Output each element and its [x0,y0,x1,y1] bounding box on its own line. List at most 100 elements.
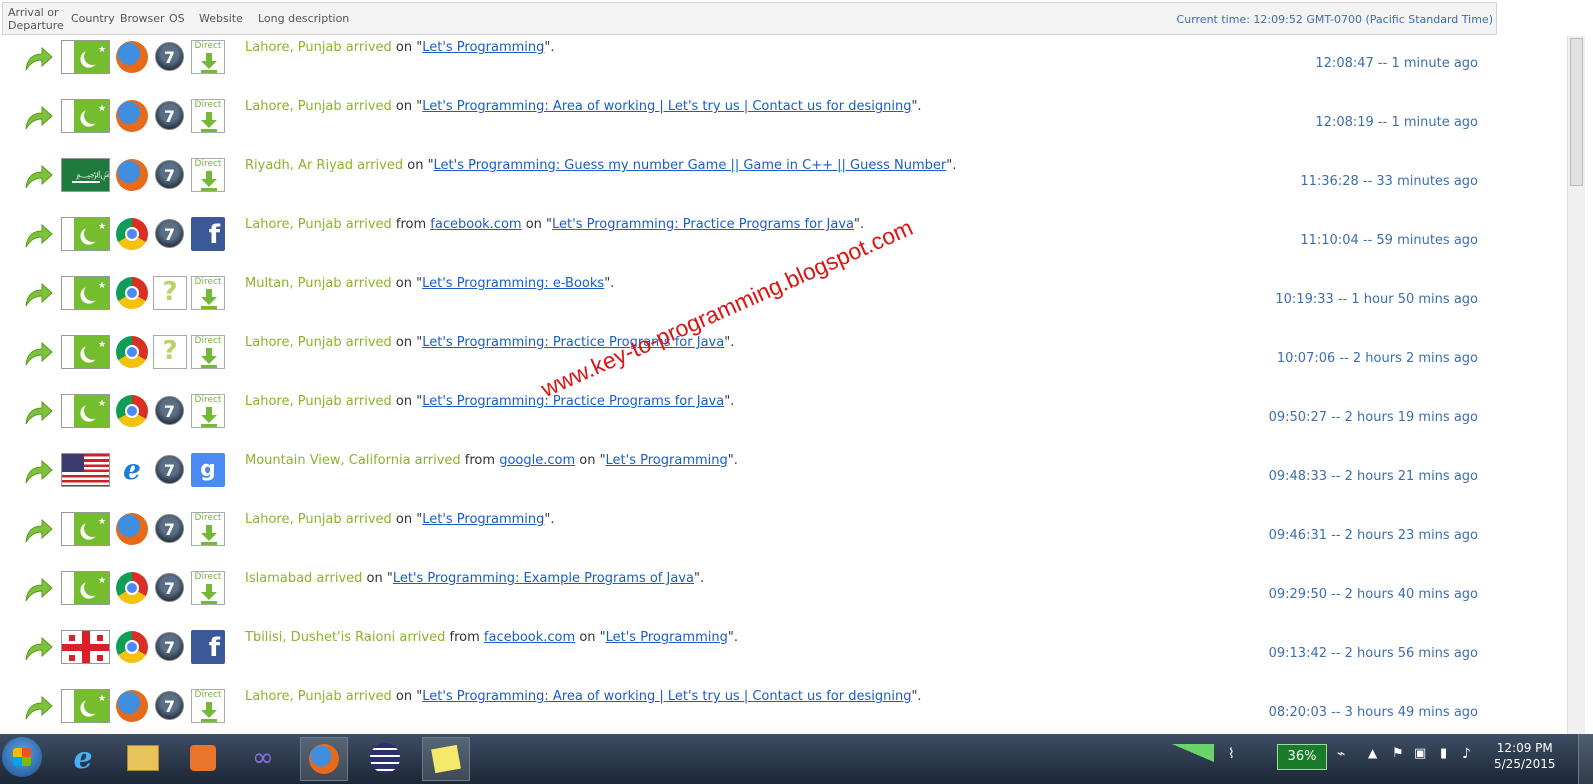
show-desktop-button[interactable] [1578,734,1593,784]
direct-icon[interactable]: Direct [191,99,225,133]
wifi-icon[interactable]: ⌇ [1228,746,1235,762]
visual-studio-icon[interactable]: ∞ [240,737,286,779]
table-row: ★ 7 Direct Lahore, Punjab arrived on "Let's… [0,508,1552,567]
pakistan-flag: ★ [61,335,110,369]
arrival-arrow-icon [22,162,54,194]
visitor-location: Lahore, Punjab arrived [245,40,392,55]
small-cross-icon [97,635,103,641]
col-country[interactable]: Country [71,3,115,34]
power-plug-icon[interactable]: ⌁ [1337,746,1345,762]
table-row: ★ 7 f Lahore, Punjab arrived from facebook.… [0,213,1552,272]
battery-indicator[interactable]: 36% [1277,744,1327,770]
long-description: Lahore, Punjab arrived from facebook.com… [245,217,864,232]
media-player-icon[interactable] [180,737,226,779]
action-center-flag-icon[interactable]: ⚑ [1392,746,1404,761]
cross-icon [62,644,109,651]
internet-explorer-icon[interactable]: e [60,737,106,779]
page-link[interactable]: Let's Programming [606,630,728,645]
page-link[interactable]: Let's Programming [422,512,544,527]
end-quote: ". [727,453,738,468]
end-quote: ". [693,571,705,586]
signal-bars-icon[interactable]: ▮ [1440,746,1447,761]
star-icon: ★ [98,517,107,527]
network-icon[interactable]: ▣ [1414,746,1426,761]
page-link[interactable]: Let's Programming [422,40,544,55]
download-arrow-icon [200,407,218,431]
windows7-icon: 7 [155,573,184,602]
pakistan-flag: ★ [61,99,110,133]
direct-icon[interactable]: Direct [191,40,225,74]
page-link[interactable]: Let's Programming: Guess my number Game … [434,158,947,173]
direct-icon[interactable]: Direct [191,276,225,310]
show-hidden-icons-icon[interactable]: ▲ [1368,746,1377,760]
table-row: ﷽ 7 Direct Riyadh, Ar Riyad arrived on "Let… [0,154,1552,213]
table-row: ★ 7 Direct Lahore, Punjab arrived on "Let's… [0,36,1552,95]
saudi-arabia-flag: ﷽ [61,158,110,192]
end-quote: ". [604,276,615,291]
facebook-icon[interactable]: f [191,217,225,251]
direct-label: Direct [194,41,222,51]
start-button[interactable] [2,737,42,777]
arrival-arrow-icon [22,280,54,312]
referrer-link[interactable]: facebook.com [484,630,575,645]
referrer-link[interactable]: facebook.com [430,217,521,232]
sword-icon [72,181,100,183]
end-quote: ". [544,512,555,527]
eclipse-icon[interactable] [362,737,408,779]
long-description: Riyadh, Ar Riyad arrived on "Let's Progr… [245,158,956,173]
clock-date: 5/25/2015 [1494,757,1556,771]
col-website[interactable]: Website [199,3,243,34]
system-clock[interactable]: 12:09 PM 5/25/2015 [1494,740,1556,772]
col-os[interactable]: OS [169,3,185,34]
file-explorer-icon[interactable] [120,737,166,779]
vertical-scrollbar[interactable] [1567,36,1585,736]
pakistan-flag: ★ [61,394,110,428]
firefox-icon [116,100,148,132]
star-icon: ★ [98,694,107,704]
arrival-arrow-icon [22,634,54,666]
direct-icon[interactable]: Direct [191,394,225,428]
google-icon[interactable]: g [191,453,225,487]
facebook-icon[interactable]: f [191,630,225,664]
referrer-link[interactable]: google.com [499,453,575,468]
col-browser[interactable]: Browser [120,3,165,34]
taskbar: e ∞ ⌇ 36% ⌁ ▲ ⚑ ▣ ▮ ♪ 12:09 PM 5/25/2015 [0,734,1593,784]
scrollbar-thumb[interactable] [1570,38,1583,186]
sticky-notes-icon[interactable] [422,737,470,781]
page-link[interactable]: Let's Programming: Practice Programs for… [552,217,854,232]
visit-time: 11:36:28 -- 33 minutes ago [1300,174,1478,189]
page-link[interactable]: Let's Programming: Area of working | Let… [422,689,911,704]
volume-icon[interactable]: ♪ [1462,746,1471,762]
star-icon: ★ [98,399,107,409]
table-row: e 7 g Mountain View, California arrived fro… [0,449,1552,508]
page-link[interactable]: Let's Programming: e-Books [422,276,604,291]
direct-icon[interactable]: Direct [191,571,225,605]
col-arrival-departure[interactable]: Arrival or Departure [8,3,70,34]
download-arrow-icon [200,702,218,726]
direct-icon[interactable]: Direct [191,335,225,369]
download-arrow-icon [200,112,218,136]
direct-icon[interactable]: Direct [191,689,225,723]
visit-time: 09:48:33 -- 2 hours 21 mins ago [1268,469,1478,484]
page-link[interactable]: Let's Programming: Example Programs of J… [393,571,694,586]
arrival-arrow-icon [22,339,54,371]
page-link[interactable]: Let's Programming: Area of working | Let… [422,99,911,114]
arrival-arrow-icon [22,103,54,135]
from-text: from [391,217,431,232]
direct-icon[interactable]: Direct [191,512,225,546]
col-long-description[interactable]: Long description [258,3,349,34]
visitor-location: Lahore, Punjab arrived [245,512,392,527]
page-link[interactable]: Let's Programming: Practice Programs for… [422,394,724,409]
on-text: on " [391,276,423,291]
network-signal-icon[interactable] [1172,744,1214,762]
page-link[interactable]: Let's Programming [606,453,728,468]
chrome-icon [116,277,148,309]
windows7-icon: 7 [155,396,184,425]
windows7-icon: 7 [155,691,184,720]
unknown-os-icon: ? [153,276,187,310]
visitor-location: Lahore, Punjab arrived [245,689,392,704]
arrival-arrow-icon [22,221,54,253]
direct-icon[interactable]: Direct [191,158,225,192]
firefox-icon[interactable] [300,737,348,781]
from-text: from [445,630,484,645]
